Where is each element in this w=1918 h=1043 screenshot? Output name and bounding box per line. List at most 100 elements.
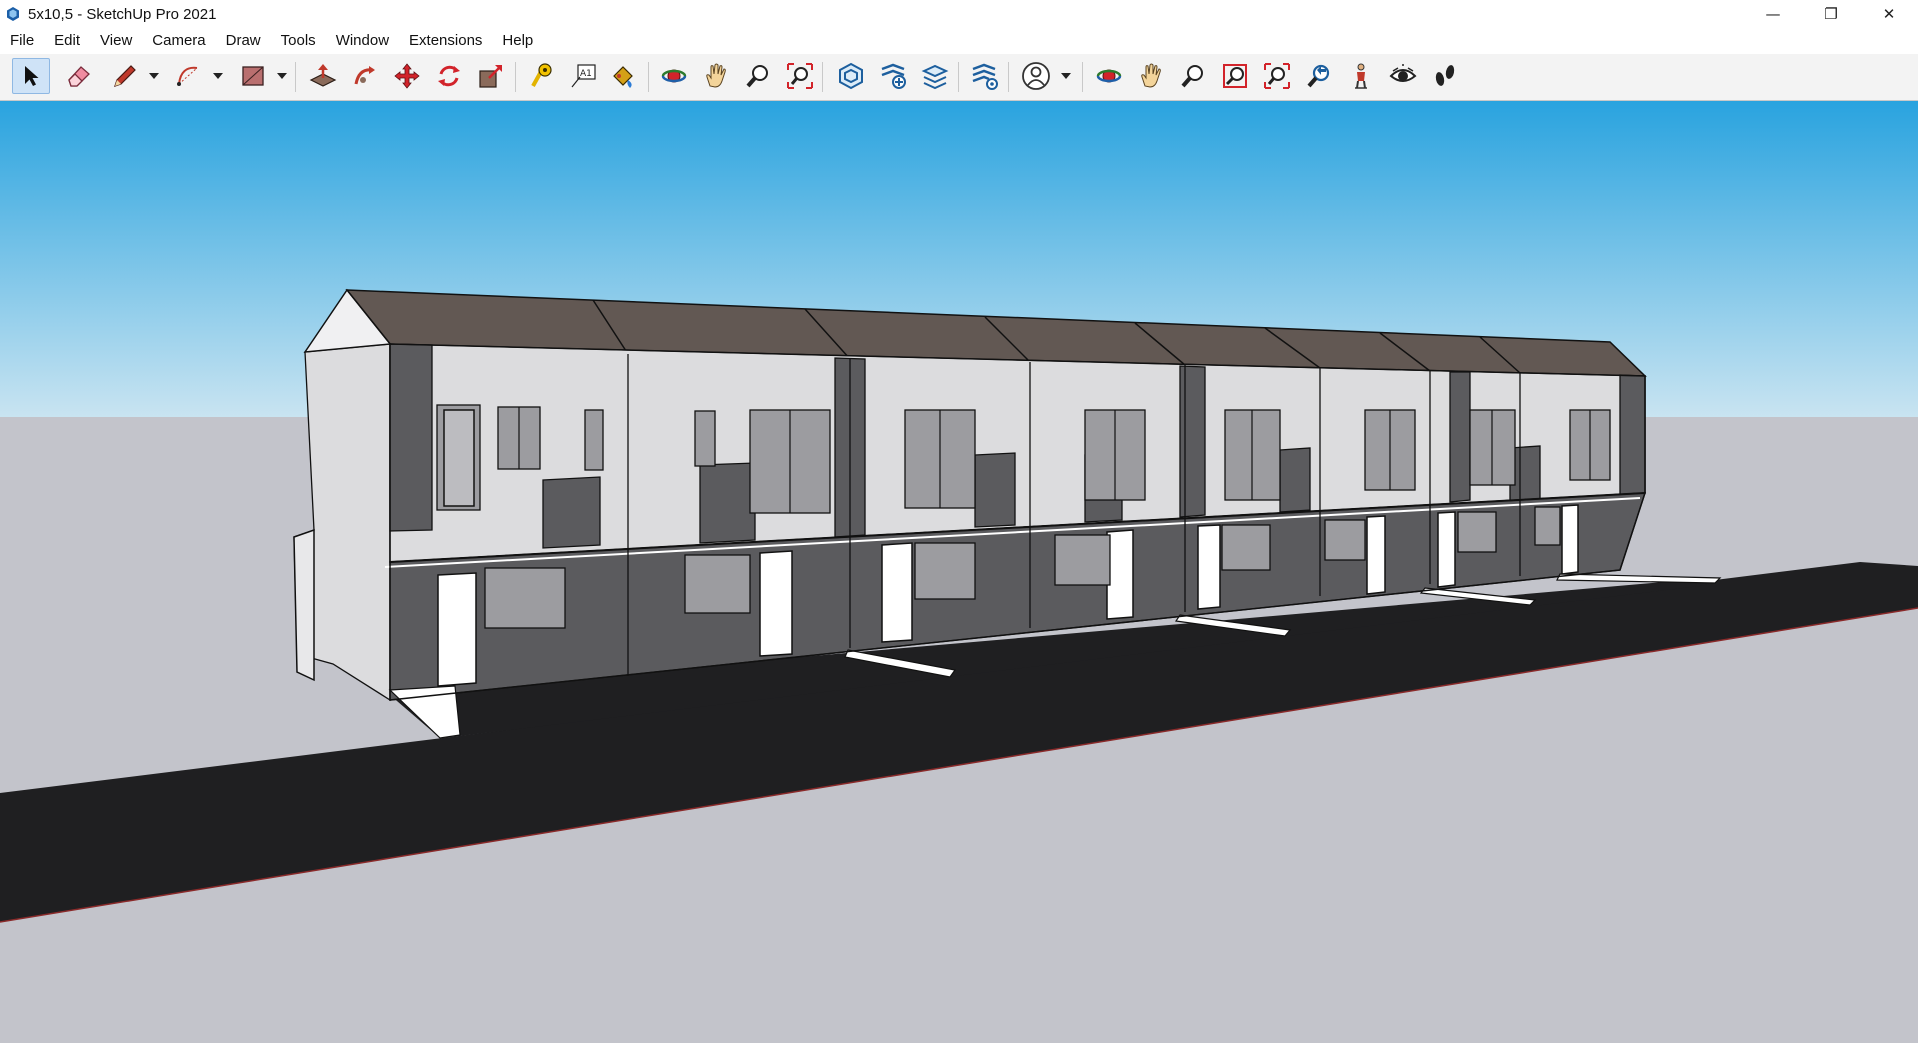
previous-view-tool-button[interactable] bbox=[1300, 58, 1338, 94]
rectangle-tool-button[interactable] bbox=[234, 58, 272, 94]
push-pull-icon bbox=[309, 64, 337, 87]
zoom-window-tool-button[interactable] bbox=[1216, 58, 1254, 94]
position-camera-tool-button[interactable] bbox=[1342, 58, 1380, 94]
menu-bar: File Edit View Camera Draw Tools Window … bbox=[0, 28, 1918, 54]
pencil-icon bbox=[114, 65, 136, 87]
front-door bbox=[759, 550, 793, 657]
previous-view-icon bbox=[1307, 64, 1330, 88]
extension-manager-tool-button[interactable] bbox=[965, 58, 1003, 94]
ground-window bbox=[684, 554, 751, 614]
zoom-extents-tool-2-button[interactable] bbox=[1258, 58, 1296, 94]
text-tool-button[interactable]: A1 bbox=[564, 58, 602, 94]
magnifier-icon bbox=[1181, 65, 1203, 88]
user-circle-icon bbox=[1022, 62, 1050, 90]
line-tool-dropdown[interactable] bbox=[148, 58, 160, 94]
arrow-cursor-icon bbox=[25, 66, 39, 86]
upper-band-8 bbox=[1279, 447, 1311, 513]
ground-window bbox=[1457, 511, 1497, 553]
scale-tool-button[interactable] bbox=[472, 58, 510, 94]
extension-warehouse-icon bbox=[921, 64, 949, 90]
zoom-window-icon bbox=[1223, 64, 1247, 88]
arc-tool-dropdown[interactable] bbox=[212, 58, 224, 94]
window-title: 5x10,5 - SketchUp Pro 2021 bbox=[28, 5, 217, 23]
menu-edit[interactable]: Edit bbox=[44, 28, 90, 54]
footprints-icon bbox=[1435, 65, 1455, 86]
front-door bbox=[1437, 511, 1456, 588]
orbit-icon bbox=[661, 69, 687, 83]
warehouse-tool-button[interactable] bbox=[832, 58, 870, 94]
share-component-tool-button[interactable] bbox=[874, 58, 912, 94]
pan-tool-2-button[interactable] bbox=[1132, 58, 1170, 94]
upper-band-11 bbox=[1619, 374, 1646, 496]
orbit-icon bbox=[1096, 69, 1122, 83]
rectangle-icon bbox=[242, 66, 264, 86]
pan-tool-button[interactable] bbox=[697, 58, 735, 94]
upper-band-5 bbox=[974, 452, 1016, 528]
ground-window bbox=[1054, 534, 1111, 586]
menu-window[interactable]: Window bbox=[326, 28, 399, 54]
upper-window bbox=[694, 410, 716, 467]
chevron-down-icon bbox=[213, 73, 223, 79]
rectangle-tool-dropdown[interactable] bbox=[276, 58, 288, 94]
walk-tool-button[interactable] bbox=[1426, 58, 1464, 94]
close-button[interactable]: ✕ bbox=[1860, 0, 1918, 28]
front-door bbox=[1366, 515, 1386, 595]
upper-band-9 bbox=[1449, 371, 1471, 503]
title-bar: 5x10,5 - SketchUp Pro 2021 — ❐ ✕ bbox=[0, 0, 1918, 28]
follow-me-tool-button[interactable] bbox=[346, 58, 384, 94]
follow-me-icon bbox=[354, 66, 375, 85]
arc-icon bbox=[177, 66, 198, 86]
account-dropdown[interactable] bbox=[1060, 58, 1072, 94]
front-door bbox=[881, 542, 913, 643]
menu-draw[interactable]: Draw bbox=[216, 28, 271, 54]
eraser-tool-button[interactable] bbox=[60, 58, 98, 94]
move-icon bbox=[394, 63, 420, 89]
front-door bbox=[1106, 529, 1134, 620]
upper-band-1 bbox=[389, 343, 433, 532]
model-viewport[interactable] bbox=[0, 101, 1918, 1043]
scale-icon bbox=[479, 65, 502, 88]
zoom-extents-tool-button[interactable] bbox=[781, 58, 819, 94]
line-tool-button[interactable] bbox=[106, 58, 144, 94]
upper-band-7 bbox=[1179, 365, 1206, 518]
share-component-icon bbox=[881, 63, 906, 89]
extension-warehouse-tool-button[interactable] bbox=[916, 58, 954, 94]
rotate-tool-button[interactable] bbox=[430, 58, 468, 94]
chevron-down-icon bbox=[1061, 73, 1071, 79]
menu-tools[interactable]: Tools bbox=[271, 28, 326, 54]
zoom-tool-2-button[interactable] bbox=[1174, 58, 1212, 94]
main-toolbar: A1 bbox=[0, 54, 1918, 101]
tape-measure-tool-button[interactable] bbox=[522, 58, 560, 94]
menu-file[interactable]: File bbox=[0, 28, 44, 54]
text-icon: A1 bbox=[571, 64, 596, 88]
look-around-tool-button[interactable] bbox=[1384, 58, 1422, 94]
ground-window bbox=[1324, 519, 1366, 561]
arc-tool-button[interactable] bbox=[170, 58, 208, 94]
orbit-tool-button[interactable] bbox=[655, 58, 693, 94]
minimize-button[interactable]: — bbox=[1744, 0, 1802, 28]
select-tool-button[interactable] bbox=[12, 58, 50, 94]
front-door bbox=[1561, 504, 1579, 575]
zoom-tool-button[interactable] bbox=[739, 58, 777, 94]
model-canvas[interactable] bbox=[0, 101, 1918, 1043]
orbit-tool-2-button[interactable] bbox=[1090, 58, 1128, 94]
tape-measure-icon bbox=[531, 63, 552, 87]
menu-help[interactable]: Help bbox=[492, 28, 543, 54]
front-door bbox=[1197, 524, 1221, 610]
position-camera-icon bbox=[1355, 63, 1367, 89]
push-pull-tool-button[interactable] bbox=[304, 58, 342, 94]
warehouse-icon bbox=[839, 62, 863, 90]
magnifier-icon bbox=[746, 65, 768, 88]
rotate-icon bbox=[438, 65, 460, 87]
move-tool-button[interactable] bbox=[388, 58, 426, 94]
zoom-extents-icon bbox=[787, 63, 813, 89]
menu-view[interactable]: View bbox=[90, 28, 142, 54]
menu-camera[interactable]: Camera bbox=[142, 28, 215, 54]
ground-window bbox=[1534, 506, 1561, 546]
account-button[interactable] bbox=[1017, 58, 1055, 94]
menu-extensions[interactable]: Extensions bbox=[399, 28, 492, 54]
zoom-extents-icon bbox=[1264, 63, 1290, 89]
eye-icon bbox=[1389, 64, 1417, 82]
paint-bucket-tool-button[interactable] bbox=[604, 58, 642, 94]
restore-button[interactable]: ❐ bbox=[1802, 0, 1860, 28]
